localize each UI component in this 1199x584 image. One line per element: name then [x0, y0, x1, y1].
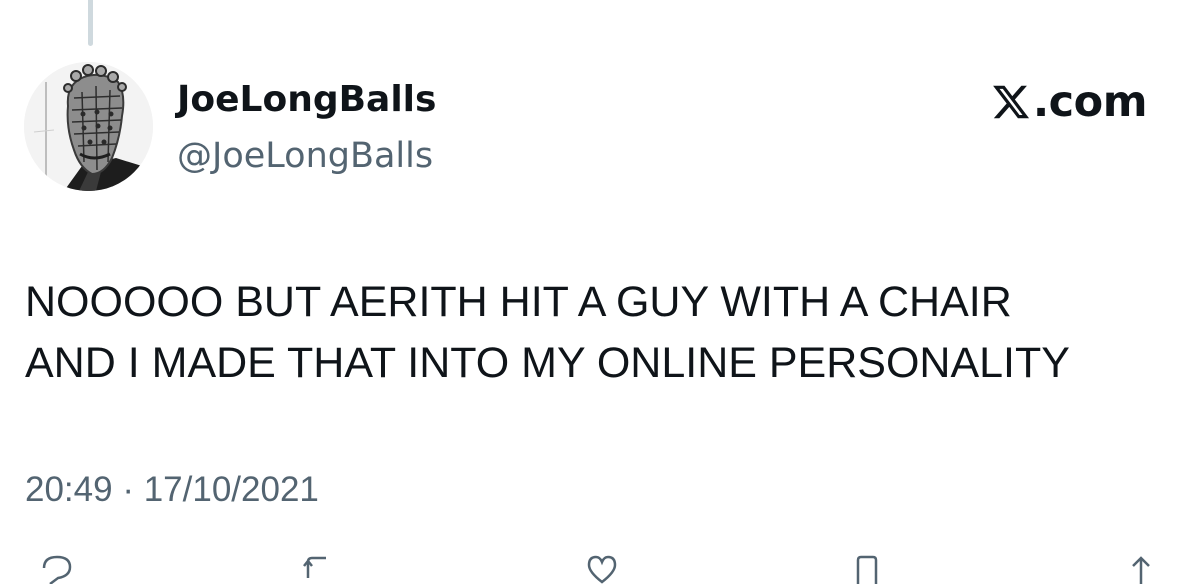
- thread-connector-line: [88, 0, 93, 46]
- user-handle[interactable]: @JoeLongBalls: [177, 134, 433, 178]
- tweet-text: NOOOOO BUT AERITH HIT A GUY WITH A CHAIR…: [25, 272, 1185, 394]
- like-button[interactable]: [585, 554, 619, 584]
- retweet-button[interactable]: [300, 554, 334, 584]
- share-button[interactable]: [1124, 554, 1158, 584]
- tweet-action-bar: [0, 548, 1199, 584]
- tweet-timestamp[interactable]: 20:49 · 17/10/2021: [25, 468, 319, 512]
- meta-separator: ·: [122, 470, 134, 509]
- reply-icon: [42, 555, 72, 584]
- x-logo-icon: [992, 85, 1029, 119]
- display-name[interactable]: JoeLongBalls: [177, 78, 436, 122]
- tweet-time: 20:49: [25, 470, 113, 509]
- like-icon: [587, 555, 617, 584]
- tweet-text-line: NOOOOO BUT AERITH HIT A GUY WITH A CHAIR: [25, 278, 1012, 326]
- retweet-icon: [303, 556, 326, 578]
- tweet-text-line: AND I MADE THAT INTO MY ONLINE PERSONALI…: [25, 339, 1070, 387]
- brand-mark: .com: [991, 74, 1148, 130]
- brand-domain: .com: [1032, 77, 1148, 127]
- tweet-date: 17/10/2021: [143, 470, 319, 509]
- bookmark-button[interactable]: [850, 554, 884, 584]
- reply-button[interactable]: [40, 554, 74, 584]
- avatar-image: [24, 62, 153, 191]
- share-icon: [1132, 556, 1150, 584]
- avatar[interactable]: [24, 62, 153, 191]
- bookmark-icon: [856, 555, 878, 584]
